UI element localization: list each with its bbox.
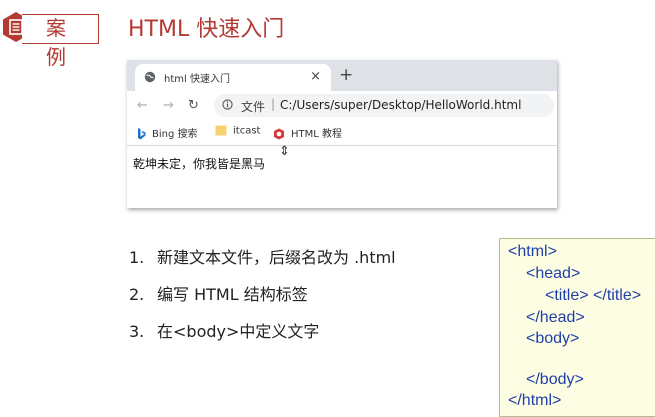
info-icon[interactable]: [222, 99, 233, 110]
step-text: 新建文本文件，后缀名改为 .html: [157, 248, 396, 267]
browser-tab[interactable]: html 快速入门 ×: [135, 64, 331, 91]
step-text: 编写 HTML 结构标签: [157, 285, 308, 304]
browser-toolbar: ← → ↻ 文件 | C:/Users/super/Desktop/HelloW…: [127, 91, 557, 121]
page-content: 乾坤未定，你我皆是黑马 ⇕: [127, 144, 557, 208]
bookmark-html-tutorial[interactable]: HTML 教程: [273, 125, 342, 140]
close-tab-icon[interactable]: ×: [310, 69, 321, 84]
step-item: 3. 在<body>中定义文字: [129, 318, 396, 355]
step-item: 2. 编写 HTML 结构标签: [129, 281, 396, 318]
code-title: <title> </title>: [545, 287, 642, 304]
bookmark-itcast[interactable]: itcast: [215, 125, 260, 137]
steps-list: 1. 新建文本文件，后缀名改为 .html 2. 编写 HTML 结构标签 3. 在<…: [129, 244, 396, 355]
slide-title: HTML 快速入门: [128, 17, 285, 42]
shield-logo-icon: [274, 128, 284, 140]
forward-arrow-icon[interactable]: →: [163, 98, 174, 113]
code-body-close: </body>: [526, 371, 584, 388]
step-number: 1.: [129, 248, 145, 267]
globe-icon: [144, 71, 156, 83]
badge-label: 案例: [46, 16, 67, 69]
page-text: 乾坤未定，你我皆是黑马: [133, 157, 266, 171]
step-number: 2.: [129, 285, 145, 304]
address-separator: |: [271, 97, 276, 111]
code-body-open: <body>: [526, 330, 580, 347]
bookmark-html-label: HTML 教程: [291, 129, 343, 140]
step-text: 在<body>中定义文字: [157, 322, 320, 341]
code-html-close: </html>: [508, 392, 562, 409]
step-item: 1. 新建文本文件，后缀名改为 .html: [129, 244, 396, 281]
bookmark-bing[interactable]: Bing 搜索: [137, 125, 198, 140]
step-number: 3.: [129, 322, 145, 341]
reload-icon[interactable]: ↻: [188, 98, 199, 113]
new-tab-button[interactable]: +: [339, 65, 353, 85]
mouse-cursor-icon: ⇕: [279, 144, 290, 159]
tab-bar: html 快速入门 × +: [127, 60, 557, 91]
tab-title: html 快速入门: [164, 74, 230, 85]
bookmark-itcast-label: itcast: [233, 125, 261, 137]
code-head-open: <head>: [526, 265, 581, 282]
html-structure-code: <html> <head> <title> </title> </head> <…: [499, 238, 655, 417]
back-arrow-icon[interactable]: ←: [137, 98, 148, 113]
file-scheme-label: 文件: [241, 100, 266, 114]
code-head-close: </head>: [526, 309, 585, 326]
bookmarks-bar: Bing 搜索 itcast HTML 教程: [127, 121, 557, 146]
folder-icon: [215, 125, 227, 136]
browser-window: html 快速入门 × + ← → ↻ 文件 | C:/Users/super/…: [127, 60, 557, 208]
address-bar[interactable]: 文件 | C:/Users/super/Desktop/HelloWorld.h…: [214, 94, 554, 117]
bookmark-bing-label: Bing 搜索: [152, 129, 198, 140]
bing-icon: [138, 128, 146, 140]
url-text[interactable]: C:/Users/super/Desktop/HelloWorld.html: [280, 98, 521, 112]
code-html-open: <html>: [508, 243, 557, 260]
